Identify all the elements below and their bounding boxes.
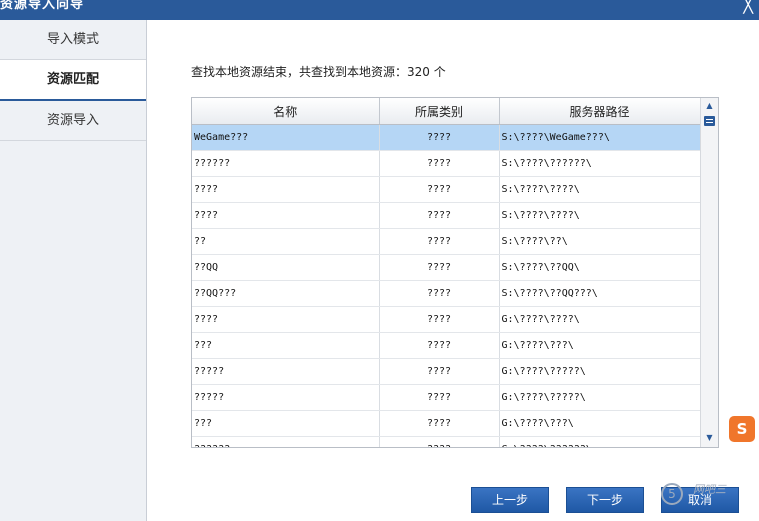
cell-name: ????? [192, 358, 380, 385]
scroll-down-icon[interactable]: ▼ [701, 430, 718, 446]
cell-category: ???? [379, 306, 500, 333]
cell-name: ???? [192, 306, 380, 333]
cell-server-path: S:\????\??QQ???\ [499, 280, 701, 307]
cell-category: ???? [379, 202, 500, 229]
cell-server-path: S:\????\????\ [499, 202, 701, 229]
cell-category: ???? [379, 124, 500, 151]
table-row[interactable]: WeGame??????? S:\????\WeGame???\ [192, 124, 701, 151]
watermark-icon: 5 [661, 483, 683, 505]
cell-server-path: S:\????\??????\ [499, 150, 701, 177]
scroll-up-icon[interactable]: ▲ [701, 98, 718, 114]
input-method-icon: S [729, 416, 755, 442]
cell-server-path: G:\????\????\ [499, 306, 701, 333]
cell-category: ???? [379, 254, 500, 281]
cell-server-path: S:\????\????\ [499, 176, 701, 203]
table-row[interactable]: ?????????? S:\????\??????\ [192, 150, 701, 177]
sidebar-item-label: 资源导入 [46, 113, 99, 128]
sidebar-item-resource-import[interactable]: 资源导入 [0, 101, 146, 141]
cell-server-path: G:\????\???\ [499, 410, 701, 437]
watermark-text: 网吧三 [693, 483, 726, 496]
sidebar-item-label: 导入模式 [46, 32, 99, 47]
cell-name: ??? [192, 332, 380, 359]
table-header-row: 名称 所属类别 服务器路径 [192, 98, 701, 125]
table-row[interactable]: ??????? G:\????\???\ [192, 410, 701, 437]
cell-server-path: G:\????\?????\ [499, 358, 701, 385]
close-icon[interactable]: ╳ [743, 0, 753, 15]
cell-server-path: S:\????\??\ [499, 228, 701, 255]
table-row[interactable]: ???????? S:\????\????\ [192, 202, 701, 229]
cell-category: ???? [379, 358, 500, 385]
table-row[interactable]: ???????? S:\????\????\ [192, 176, 701, 203]
cell-category: ???? [379, 228, 500, 255]
cell-server-path: G:\????\???\ [499, 332, 701, 359]
prev-step-button[interactable]: 上一步 [471, 487, 549, 513]
cell-name: ?? [192, 228, 380, 255]
table-row[interactable]: ??QQ???? S:\????\??QQ\ [192, 254, 701, 281]
cell-server-path: G:\????\??????\ [499, 436, 701, 447]
column-header-category[interactable]: 所属类别 [379, 98, 500, 125]
table-row[interactable]: ????????? G:\????\?????\ [192, 358, 701, 385]
cell-name: ???? [192, 202, 380, 229]
cell-name: ??QQ [192, 254, 380, 281]
cell-name: ?????? [192, 436, 380, 447]
cell-category: ???? [379, 150, 500, 177]
cell-category: ???? [379, 280, 500, 307]
resource-table: 名称 所属类别 服务器路径 WeGame??????? S:\????\WeGam… [191, 97, 719, 448]
cell-server-path: S:\????\??QQ\ [499, 254, 701, 281]
sidebar-item-label: 资源匹配 [46, 72, 99, 87]
title-bar: 资源导入向导 ╳ [0, 0, 759, 20]
table-row[interactable]: ??????????G:\????\??????\ [192, 436, 701, 447]
search-result-summary: 查找本地资源结束，共查找到本地资源：320 个 [191, 65, 446, 79]
scroll-thumb[interactable] [704, 116, 715, 126]
cell-name: ???? [192, 176, 380, 203]
column-header-server-path[interactable]: 服务器路径 [499, 98, 701, 125]
sidebar: 导入模式 资源匹配 资源导入 [0, 20, 147, 521]
table-row[interactable]: ?????? S:\????\??\ [192, 228, 701, 255]
next-step-button[interactable]: 下一步 [566, 487, 644, 513]
sidebar-item-resource-match[interactable]: 资源匹配 [0, 60, 146, 101]
cell-server-path: G:\????\?????\ [499, 384, 701, 411]
cell-category: ???? [379, 436, 500, 447]
cell-name: ????? [192, 384, 380, 411]
cell-name: WeGame??? [192, 124, 380, 151]
cell-server-path: S:\????\WeGame???\ [499, 124, 701, 151]
cell-category: ???? [379, 332, 500, 359]
cell-category: ???? [379, 410, 500, 437]
window-title: 资源导入向导 [0, 0, 85, 12]
table-row[interactable]: ??????? G:\????\???\ [192, 332, 701, 359]
cell-category: ???? [379, 384, 500, 411]
table-row[interactable]: ???????? G:\????\????\ [192, 306, 701, 333]
cell-name: ??? [192, 410, 380, 437]
cell-name: ??QQ??? [192, 280, 380, 307]
sidebar-item-import-mode[interactable]: 导入模式 [0, 20, 146, 60]
cell-category: ???? [379, 176, 500, 203]
cell-name: ?????? [192, 150, 380, 177]
table-row[interactable]: ????????? G:\????\?????\ [192, 384, 701, 411]
vertical-scrollbar[interactable]: ▲ ▼ [700, 98, 718, 447]
column-header-name[interactable]: 名称 [192, 98, 380, 125]
table-row[interactable]: ??QQ??????? S:\????\??QQ???\ [192, 280, 701, 307]
